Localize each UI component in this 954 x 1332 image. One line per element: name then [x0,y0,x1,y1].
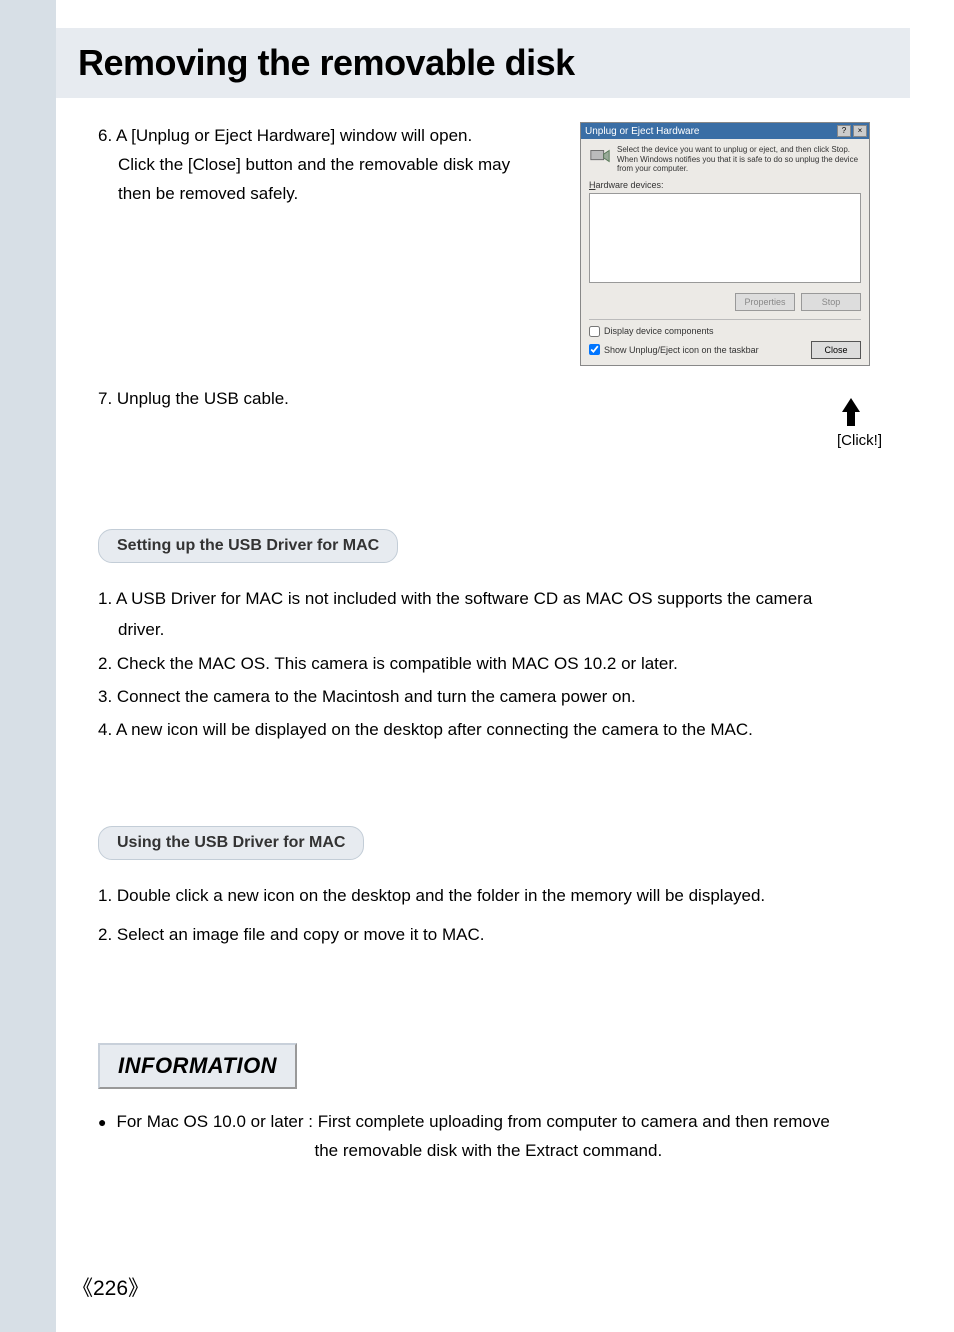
page-body: Removing the removable disk 6. A [Unplug… [56,0,910,1332]
page-title: Removing the removable disk [78,42,575,84]
step-6-row: 6. A [Unplug or Eject Hardware] window w… [98,122,880,409]
mac-setup-header: Setting up the USB Driver for MAC [98,529,398,563]
dialog-help-button[interactable]: ? [837,125,851,137]
information-text: For Mac OS 10.0 or later : First complet… [116,1107,880,1167]
display-components-label: Display device components [604,326,714,336]
step-6-line2: Click the [Close] button and the removab… [98,155,510,174]
bullet-icon: ● [98,1107,106,1167]
dialog-separator [589,319,861,320]
show-icon-label: Show Unplug/Eject icon on the taskbar [604,345,759,355]
dialog-action-buttons: Properties Stop [589,293,861,311]
step-7-prefix: 7. [98,389,117,408]
step-6-text: 6. A [Unplug or Eject Hardware] window w… [98,122,564,409]
mac-using-header: Using the USB Driver for MAC [98,826,364,860]
stop-button[interactable]: Stop [801,293,861,311]
step-7: 7. Unplug the USB cable. [98,389,564,409]
page-left-margin [0,0,56,1332]
click-annotation: [Click!] [837,432,882,449]
dialog-description-row: Select the device you want to unplug or … [589,145,861,174]
display-components-checkbox[interactable] [589,326,600,337]
dialog-screenshot: Unplug or Eject Hardware ? × Select the … [580,122,880,409]
arrow-up-icon [842,398,860,431]
dialog-description: Select the device you want to unplug or … [617,145,861,174]
mac-setup-list: 1. A USB Driver for MAC is not included … [98,583,880,746]
step-6-prefix: 6. [98,126,116,145]
page-title-bar: Removing the removable disk [56,28,910,98]
close-button[interactable]: Close [811,341,861,359]
dialog-title-buttons: ? × [837,125,867,137]
content-area: 6. A [Unplug or Eject Hardware] window w… [56,98,910,1166]
step-6-line3: then be removed safely. [98,184,298,203]
hardware-devices-listbox[interactable] [589,193,861,283]
information-item: ● For Mac OS 10.0 or later : First compl… [98,1107,880,1167]
mac-setup-item-2: 2. Check the MAC OS. This camera is comp… [98,648,880,679]
dialog-body: Select the device you want to unplug or … [581,139,869,365]
unplug-dialog: Unplug or Eject Hardware ? × Select the … [580,122,870,366]
mac-setup-section: Setting up the USB Driver for MAC 1. A U… [98,529,880,746]
properties-button[interactable]: Properties [735,293,795,311]
show-icon-checkbox-row[interactable]: Show Unplug/Eject icon on the taskbar [589,344,759,355]
dialog-titlebar: Unplug or Eject Hardware ? × [581,123,869,139]
information-list: ● For Mac OS 10.0 or later : First compl… [98,1107,880,1167]
step-6-line1: A [Unplug or Eject Hardware] window will… [116,126,472,145]
information-header: INFORMATION [98,1043,297,1089]
mac-setup-item-4: 4. A new icon will be displayed on the d… [98,714,880,745]
mac-setup-item-3: 3. Connect the camera to the Macintosh a… [98,681,880,712]
page-number: 《226》 [72,1272,149,1302]
show-icon-checkbox[interactable] [589,344,600,355]
mac-setup-item-1: 1. A USB Driver for MAC is not included … [98,583,880,646]
hardware-icon [589,145,611,167]
step-6: 6. A [Unplug or Eject Hardware] window w… [98,122,564,209]
dialog-title-text: Unplug or Eject Hardware [585,126,700,137]
mac-using-item-2: 2. Select an image file and copy or move… [98,919,880,950]
mac-using-section: Using the USB Driver for MAC 1. Double c… [98,826,880,951]
display-components-checkbox-row[interactable]: Display device components [589,326,861,337]
dialog-close-x-button[interactable]: × [853,125,867,137]
hardware-devices-label: Hardware devices: [589,180,861,190]
step-7-line1: Unplug the USB cable. [117,389,289,408]
mac-using-list: 1. Double click a new icon on the deskto… [98,880,880,951]
mac-using-item-1: 1. Double click a new icon on the deskto… [98,880,880,911]
